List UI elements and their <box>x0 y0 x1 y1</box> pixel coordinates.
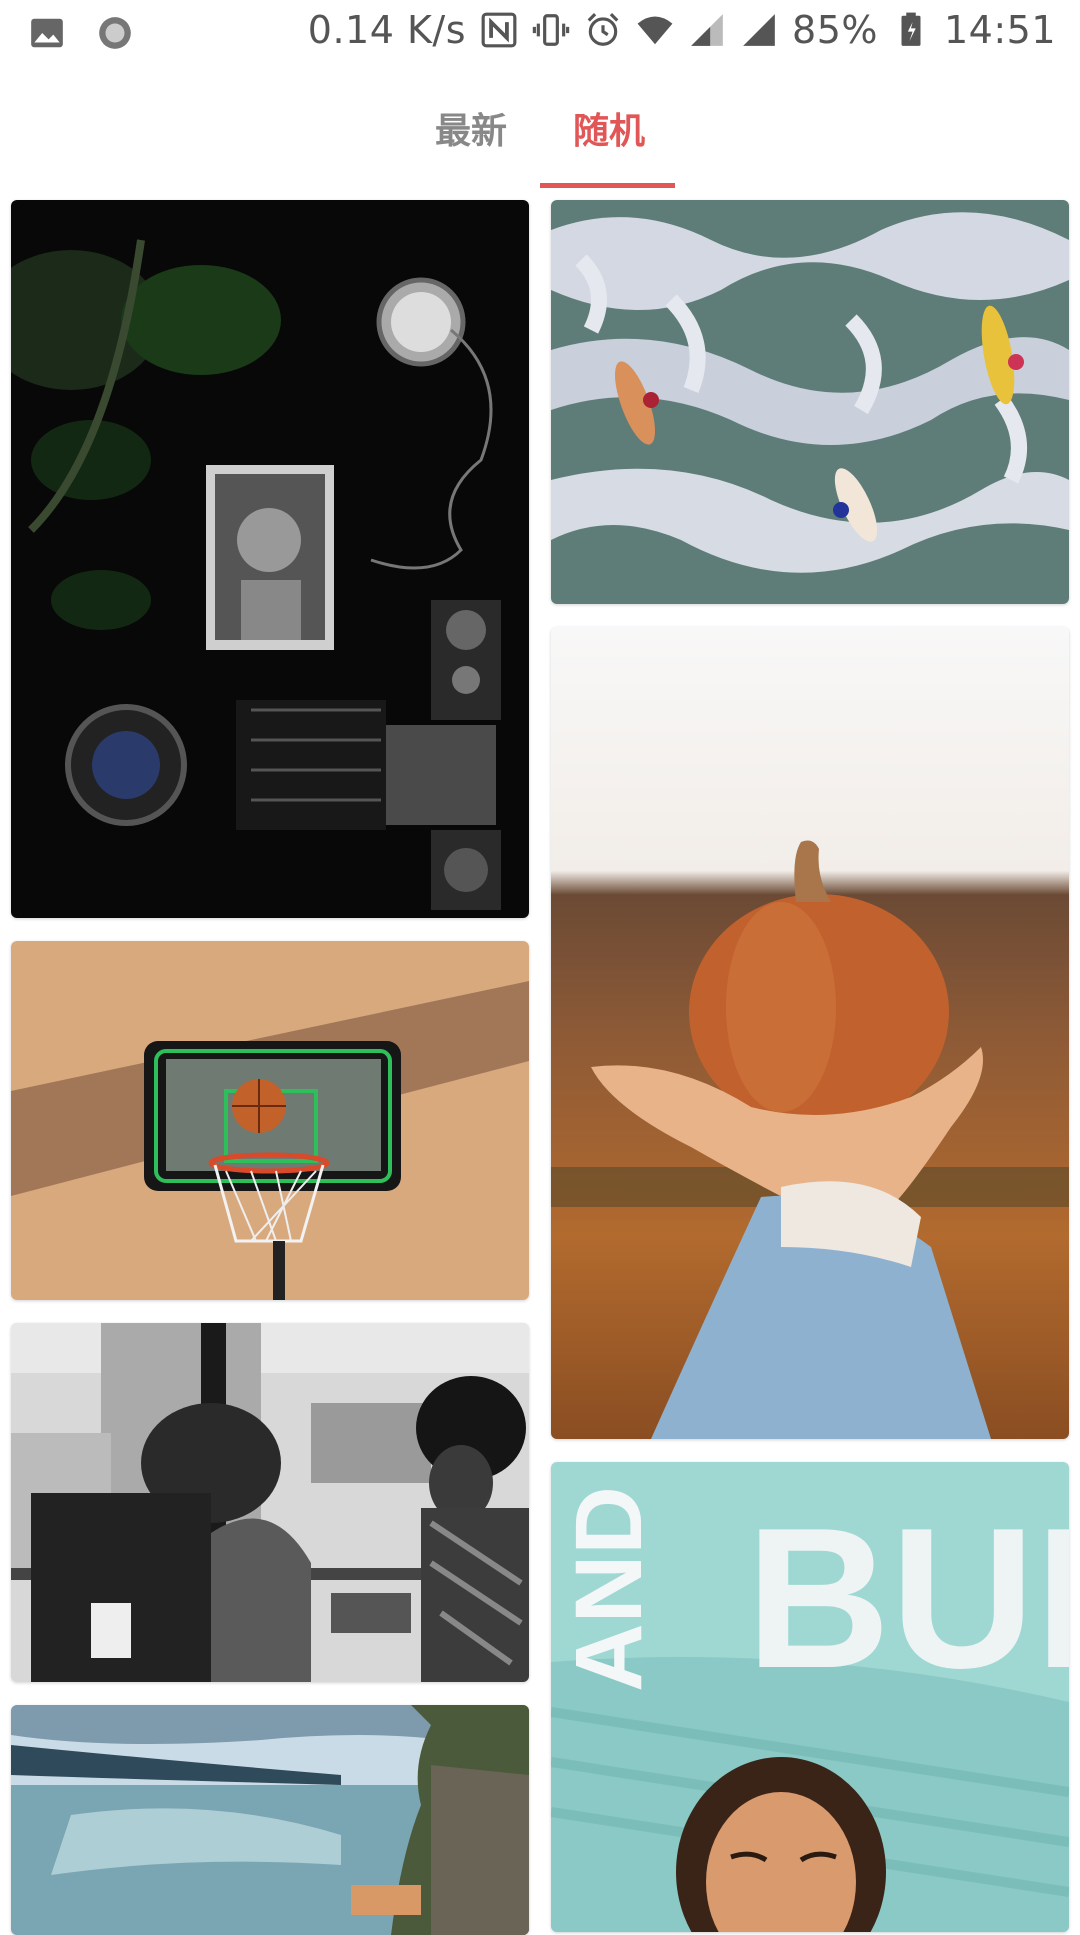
alarm-icon <box>587 13 619 46</box>
network-speed: 0.14 K/s <box>307 8 467 52</box>
svg-text:AND: AND <box>556 1486 662 1692</box>
surfers-ocean-photo[interactable] <box>551 200 1069 604</box>
tab-bar: 最新 随机 <box>0 80 1080 190</box>
svg-text:BUD: BUD <box>746 1487 1069 1710</box>
coastal-cliff-photo[interactable] <box>11 1705 529 1935</box>
clock: 14:51 <box>943 8 1056 52</box>
tab-latest[interactable]: 最新 <box>435 102 507 154</box>
camera-flatlay-photo[interactable] <box>11 200 529 918</box>
bus-passengers-photo[interactable] <box>11 1323 529 1682</box>
basketball-hoop-photo[interactable] <box>11 941 529 1300</box>
battery-icon <box>901 12 921 46</box>
wifi-icon <box>637 16 673 45</box>
active-tab-indicator <box>540 183 675 188</box>
pumpkin-hand-photo[interactable] <box>551 627 1069 1439</box>
woman-mural-photo[interactable]: AND BUD <box>551 1462 1069 1932</box>
gallery-icon <box>31 18 63 48</box>
nfc-icon <box>481 12 517 48</box>
signal-icon-2 <box>743 14 775 46</box>
tab-random[interactable]: 随机 <box>573 102 645 154</box>
signal-icon <box>691 14 723 46</box>
battery-percent: 85% <box>792 8 878 52</box>
record-icon <box>99 17 131 49</box>
status-bar: 0.14 K/s 85% 14:51 <box>0 0 1080 64</box>
vibrate-icon <box>532 14 570 46</box>
